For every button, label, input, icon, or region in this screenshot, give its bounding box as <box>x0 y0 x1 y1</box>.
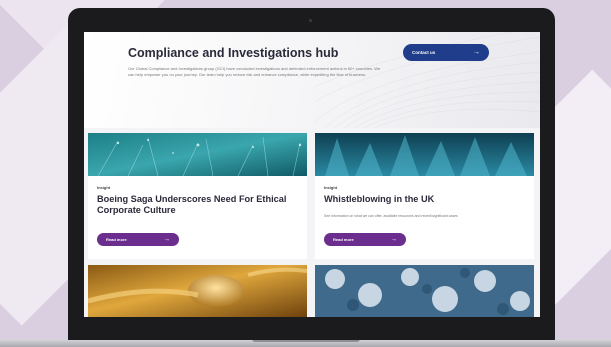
read-more-label: Read more <box>106 237 127 242</box>
read-more-button[interactable]: Read more → <box>97 233 179 246</box>
insight-card-frost[interactable] <box>315 265 534 317</box>
insight-card-gold[interactable] <box>88 265 307 317</box>
read-more-button[interactable]: Read more → <box>324 233 406 246</box>
card-image-blue-plumes <box>315 133 534 176</box>
page-title: Compliance and Investigations hub <box>128 46 339 60</box>
card-tag: Insight <box>324 185 338 190</box>
card-image-frosted-trees <box>315 265 534 317</box>
arrow-right-icon: → <box>390 236 398 243</box>
arrow-right-icon: → <box>473 49 480 56</box>
insight-card-boeing[interactable]: Insight Boeing Saga Underscores Need For… <box>88 133 307 259</box>
contact-us-button[interactable]: Contact us → <box>403 44 489 61</box>
contact-us-label: Contact us <box>412 50 436 55</box>
card-image-gold-spoons <box>88 265 307 317</box>
laptop-screen: Compliance and Investigations hub Our Gl… <box>84 32 540 317</box>
card-description: See information on what we can offer, av… <box>324 214 458 218</box>
cards-grid: Insight Boeing Saga Underscores Need For… <box>84 128 540 317</box>
card-tag: Insight <box>97 185 111 190</box>
card-title[interactable]: Whistleblowing in the UK <box>324 194 529 205</box>
arrow-right-icon: → <box>163 236 171 243</box>
camera-icon <box>309 19 312 22</box>
hero-description: Our Global Compliance and Investigations… <box>128 66 381 77</box>
read-more-label: Read more <box>333 237 354 242</box>
insight-card-whistleblowing[interactable]: Insight Whistleblowing in the UK See inf… <box>315 133 534 259</box>
card-image-teal-water <box>88 133 307 176</box>
card-title[interactable]: Boeing Saga Underscores Need For Ethical… <box>97 194 302 216</box>
hero-section: Compliance and Investigations hub Our Gl… <box>84 32 540 128</box>
